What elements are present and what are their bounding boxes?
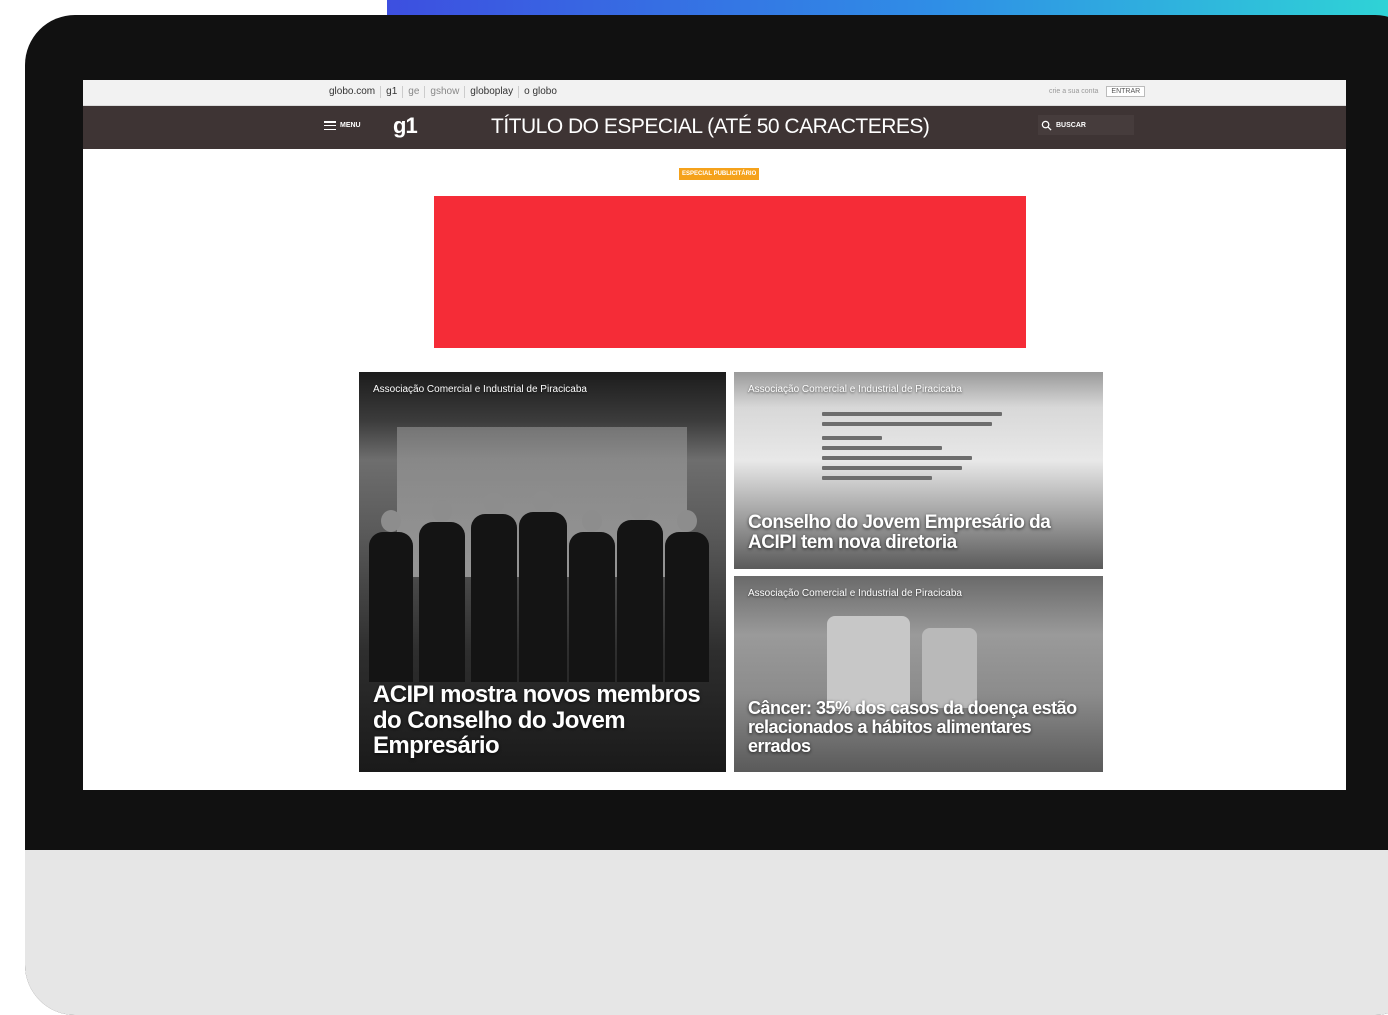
link-g1[interactable]: g1: [381, 86, 404, 98]
event-poster-image: [827, 616, 910, 711]
login-button[interactable]: ENTRAR: [1106, 86, 1146, 97]
card-headline[interactable]: Câncer: 35% dos casos da doença estão re…: [748, 699, 1078, 756]
link-gshow[interactable]: gshow: [425, 86, 466, 98]
card-headline[interactable]: ACIPI mostra novos membros do Conselho d…: [373, 682, 703, 758]
news-card-bottom-right[interactable]: Associação Comercial e Industrial de Pir…: [734, 576, 1103, 772]
link-ge[interactable]: ge: [403, 86, 426, 98]
news-card-top-right[interactable]: Associação Comercial e Industrial de Pir…: [734, 372, 1103, 569]
globo-network-links: globo.com g1 ge gshow globoplay o globo: [324, 86, 562, 98]
ad-banner[interactable]: [434, 196, 1026, 348]
search-label: BUSCAR: [1056, 121, 1086, 129]
sponsored-badge: ESPECIAL PUBLICITÁRIO: [679, 168, 760, 180]
monitor-chin: [25, 850, 1388, 1015]
g1-header: MENU g1 TÍTULO DO ESPECIAL (ATÉ 50 CARAC…: [83, 106, 1346, 149]
search-button[interactable]: BUSCAR: [1038, 115, 1134, 135]
card-source: Associação Comercial e Industrial de Pir…: [748, 588, 962, 599]
news-card-main[interactable]: Associação Comercial e Industrial de Pir…: [359, 372, 726, 772]
search-icon: [1041, 120, 1052, 131]
link-globoplay[interactable]: globoplay: [465, 86, 520, 98]
card-source: Associação Comercial e Industrial de Pir…: [373, 384, 587, 395]
menu-label: MENU: [340, 122, 361, 129]
create-account-link[interactable]: crie a sua conta: [1049, 88, 1098, 95]
monitor-frame: globo.com g1 ge gshow globoplay o globo …: [25, 15, 1388, 1015]
menu-button[interactable]: MENU: [324, 121, 361, 130]
account-links: crie a sua conta ENTRAR: [1049, 86, 1146, 97]
link-globo-com[interactable]: globo.com: [324, 86, 382, 98]
event-poster-image: [922, 628, 977, 708]
browser-screen: globo.com g1 ge gshow globoplay o globo …: [83, 80, 1346, 790]
group-photo: [359, 472, 726, 682]
link-o-globo[interactable]: o globo: [519, 86, 562, 98]
hamburger-icon: [324, 121, 336, 130]
g1-logo[interactable]: g1: [393, 113, 418, 139]
page-title: TÍTULO DO ESPECIAL (ATÉ 50 CARACTERES): [491, 115, 930, 138]
globo-top-bar: globo.com g1 ge gshow globoplay o globo …: [83, 80, 1346, 106]
card-source: Associação Comercial e Industrial de Pir…: [748, 384, 962, 395]
document-image: [822, 412, 1012, 486]
card-headline[interactable]: Conselho do Jovem Empresário da ACIPI te…: [748, 513, 1078, 553]
